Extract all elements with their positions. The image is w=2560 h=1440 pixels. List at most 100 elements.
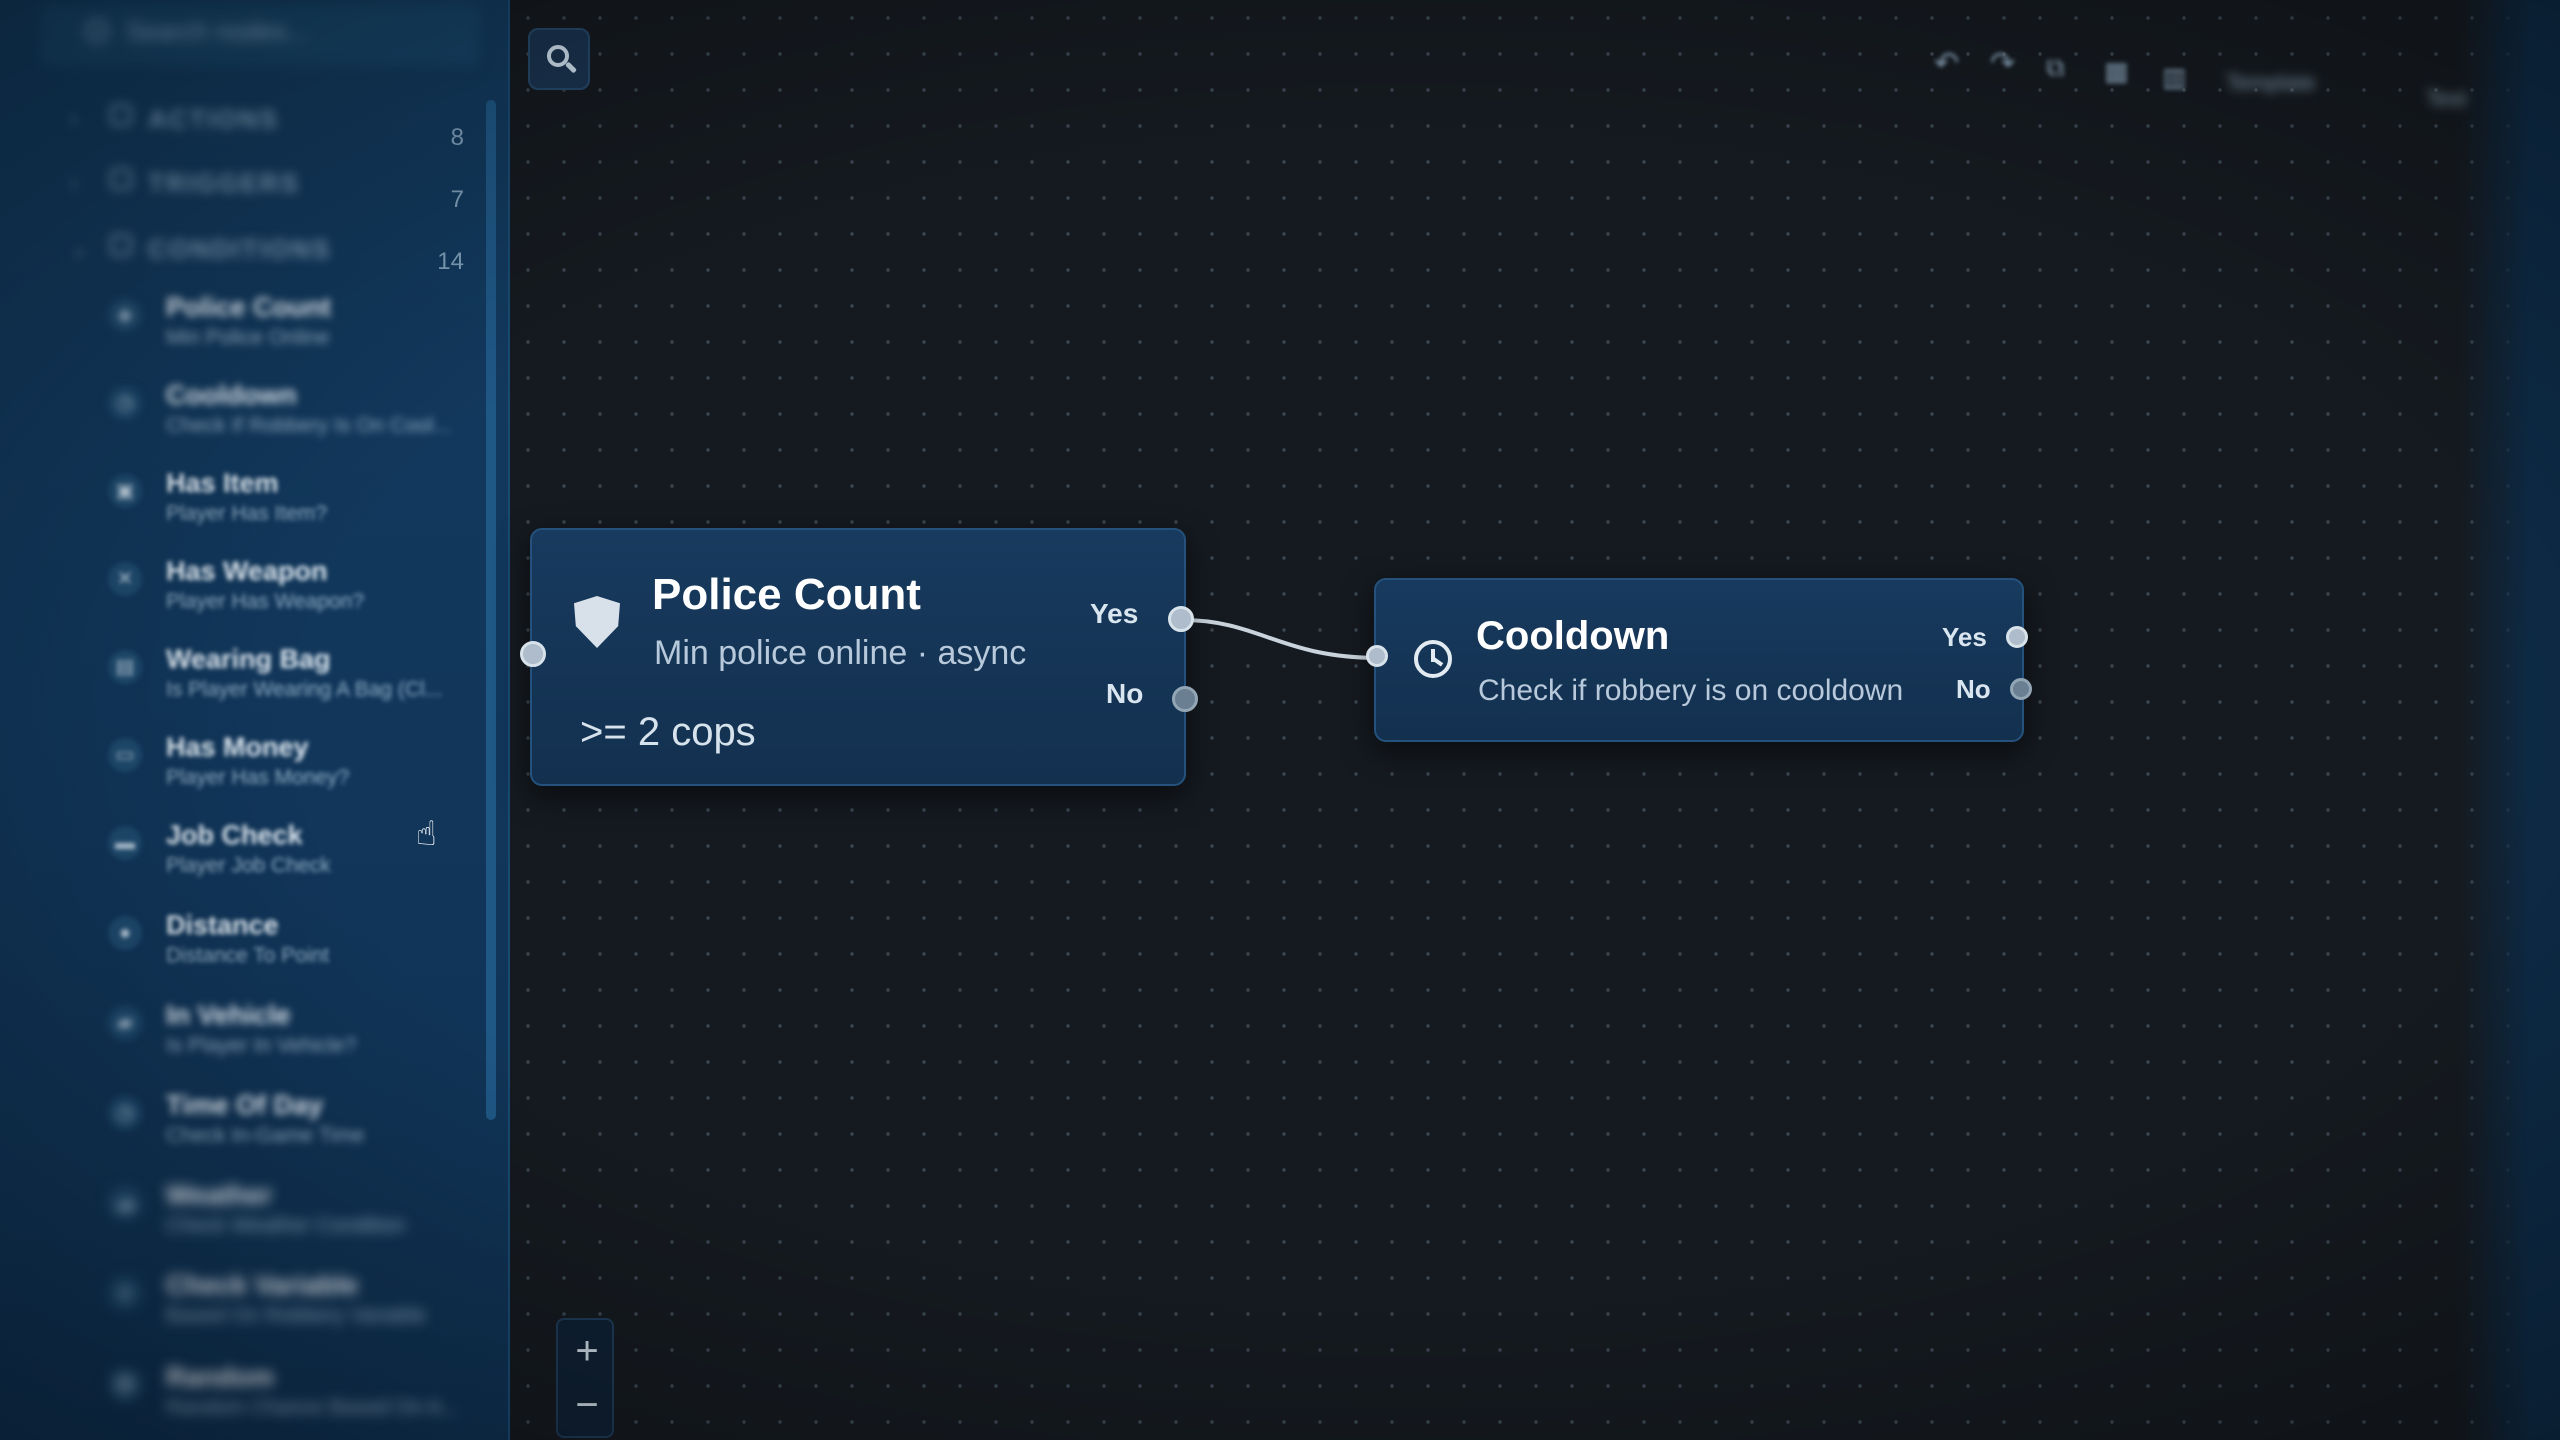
condition-subtitle: Check In-Game Time: [166, 1124, 365, 1147]
clock-icon: ◷: [108, 1096, 142, 1130]
condition-title: Has Item: [166, 468, 279, 498]
input-port[interactable]: [1366, 645, 1388, 667]
shield-icon: [574, 596, 620, 648]
chevron-down-icon: ⌄: [70, 236, 89, 261]
condition-subtitle: Check If Robbery Is On Cool...: [166, 414, 451, 437]
category-count: 7: [450, 186, 464, 213]
condition-subtitle: Player Job Check: [166, 854, 331, 877]
trigger-icon: [110, 168, 132, 190]
condition-title: In Vehicle: [166, 1000, 291, 1030]
condition-item-has-money[interactable]: ▭ Has Money Player Has Money?: [100, 732, 490, 812]
grid-icon[interactable]: ▥: [2162, 62, 2187, 93]
node-description: Check if robbery is on cooldown: [1478, 674, 1904, 707]
condition-title: Police Count: [166, 292, 332, 322]
condition-subtitle: Is Player In Vehicle?: [166, 1034, 357, 1057]
condition-title: Has Weapon: [166, 556, 328, 586]
condition-item-police-count[interactable]: ◈ Police Count Min Police Online: [100, 292, 490, 372]
briefcase-icon: ▬: [108, 826, 142, 860]
condition-item-has-weapon[interactable]: ✕ Has Weapon Player Has Weapon?: [100, 556, 490, 636]
zoom-out-button[interactable]: −: [558, 1378, 616, 1432]
search-icon: [86, 20, 108, 42]
condition-title: Has Money: [166, 732, 309, 762]
output-port-no[interactable]: [1172, 686, 1198, 712]
extra-toolbar-button[interactable]: Test: [2426, 86, 2466, 130]
output-yes-label: Yes: [1942, 622, 1987, 652]
zoom-in-button[interactable]: +: [558, 1324, 616, 1378]
condition-item-distance[interactable]: ● Distance Distance To Point: [100, 910, 490, 990]
category-label: ACTIONS: [148, 104, 279, 134]
canvas-edge: [2460, 0, 2560, 1440]
variable-icon: x: [108, 1276, 142, 1310]
save-icon[interactable]: ▦: [2104, 56, 2129, 87]
condition-subtitle: Player Has Item?: [166, 502, 328, 525]
bolt-icon: [110, 104, 132, 126]
clock-icon: ◷: [108, 386, 142, 420]
condition-item-weather[interactable]: ☁ Weather Check Weather Condition: [100, 1180, 490, 1260]
chevron-right-icon: ›: [70, 170, 78, 195]
bag-icon: ▤: [108, 650, 142, 684]
condition-subtitle: Player Has Weapon?: [166, 590, 365, 613]
clock-icon: [1414, 640, 1452, 678]
copy-icon[interactable]: ⧉: [2046, 52, 2065, 84]
condition-subtitle: Check Weather Condition: [166, 1214, 405, 1237]
node-police-count[interactable]: Police Count Min police online · async >…: [530, 528, 1186, 786]
cloud-icon: ☁: [108, 1186, 142, 1220]
condition-item-in-vehicle[interactable]: ▰ In Vehicle Is Player In Vehicle?: [100, 1000, 490, 1080]
output-port-yes[interactable]: [2006, 626, 2028, 648]
category-label: CONDITIONS: [148, 234, 332, 264]
condition-title: Cooldown: [166, 380, 297, 410]
condition-subtitle: Random Chance Based On A...: [166, 1396, 460, 1419]
output-no-label: No: [1106, 678, 1144, 709]
condition-item-check-variable[interactable]: x Check Variable Based On Robbery Variab…: [100, 1270, 490, 1350]
node-search-input[interactable]: Search nodes...: [40, 4, 480, 66]
node-description: Min police online · async: [654, 634, 1027, 672]
node-title: Police Count: [652, 570, 921, 619]
input-port[interactable]: [520, 641, 546, 667]
condition-subtitle: Distance To Point: [166, 944, 330, 967]
hand-cursor-icon: ☝: [416, 815, 437, 853]
shield-icon: ◈: [108, 298, 142, 332]
category-label: TRIGGERS: [148, 168, 300, 198]
node-cooldown[interactable]: Cooldown Check if robbery is on cooldown…: [1374, 578, 2024, 742]
category-triggers[interactable]: › TRIGGERS: [60, 160, 480, 204]
output-yes-label: Yes: [1090, 598, 1139, 629]
chevron-right-icon: ›: [70, 106, 78, 131]
undo-icon[interactable]: ↶: [1934, 46, 1959, 81]
output-no-label: No: [1956, 674, 1991, 704]
wallet-icon: ▭: [108, 738, 142, 772]
condition-item-wearing-bag[interactable]: ▤ Wearing Bag Is Player Wearing A Bag (C…: [100, 644, 490, 724]
category-actions[interactable]: › ACTIONS: [60, 96, 480, 140]
redo-icon[interactable]: ↷: [1990, 46, 2015, 81]
map-pin-icon: ●: [108, 916, 142, 950]
zoom-controls: + −: [556, 1318, 614, 1438]
template-button[interactable]: Template: [2226, 70, 2315, 114]
condition-title: Wearing Bag: [166, 644, 331, 674]
node-title: Cooldown: [1476, 614, 1670, 658]
condition-title: Distance: [166, 910, 279, 940]
condition-title: Time Of Day: [166, 1090, 324, 1120]
condition-subtitle: Is Player Wearing A Bag (Cl...: [166, 678, 443, 701]
condition-item-has-item[interactable]: ▣ Has Item Player Has Item?: [100, 468, 490, 548]
condition-item-time-of-day[interactable]: ◷ Time Of Day Check In-Game Time: [100, 1090, 490, 1170]
canvas-search-button[interactable]: [528, 28, 590, 90]
condition-icon: [110, 234, 132, 256]
dice-icon: ⚄: [108, 1368, 142, 1402]
node-library-sidebar: Search nodes... › ACTIONS 8 › TRIGGERS 7…: [0, 0, 510, 1440]
category-count: 14: [437, 248, 464, 275]
condition-title: Check Variable: [166, 1270, 359, 1300]
node-value: >= 2 cops: [580, 710, 756, 754]
condition-title: Weather: [166, 1180, 273, 1210]
category-conditions[interactable]: ⌄ CONDITIONS: [60, 226, 480, 270]
output-port-no[interactable]: [2010, 678, 2032, 700]
condition-subtitle: Player Has Money?: [166, 766, 350, 789]
condition-subtitle: Min Police Online: [166, 326, 330, 349]
category-count: 8: [450, 124, 464, 151]
output-port-yes[interactable]: [1168, 606, 1194, 632]
condition-item-cooldown[interactable]: ◷ Cooldown Check If Robbery Is On Cool..…: [100, 380, 490, 460]
crossed-swords-icon: ✕: [108, 562, 142, 596]
condition-title: Job Check: [166, 820, 303, 850]
box-icon: ▣: [108, 474, 142, 508]
node-search-placeholder: Search nodes...: [126, 16, 309, 46]
condition-item-random[interactable]: ⚄ Random Random Chance Based On A...: [100, 1362, 490, 1440]
condition-subtitle: Based On Robbery Variable: [166, 1304, 426, 1327]
